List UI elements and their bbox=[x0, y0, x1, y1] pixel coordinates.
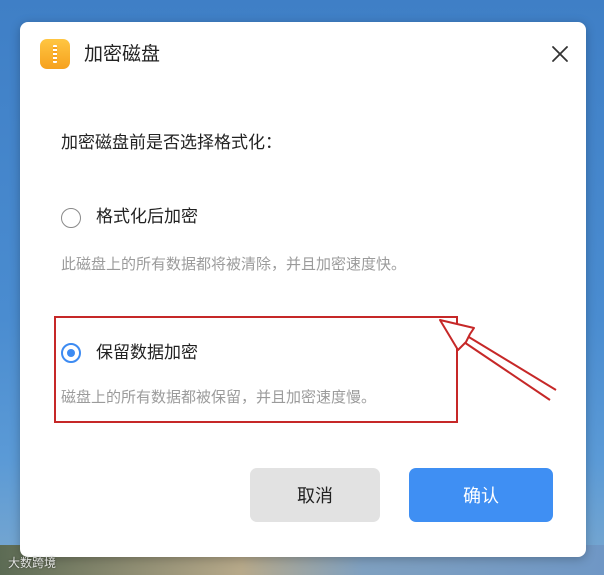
format-then-encrypt-label[interactable]: 格式化后加密 bbox=[96, 204, 198, 230]
close-icon[interactable] bbox=[547, 41, 573, 67]
format-then-encrypt-radio[interactable] bbox=[61, 208, 81, 228]
cancel-button[interactable]: 取消 bbox=[250, 468, 380, 522]
dialog-title: 加密磁盘 bbox=[84, 43, 161, 65]
format-then-encrypt-description: 此磁盘上的所有数据都将被清除，并且加密速度快。 bbox=[61, 255, 407, 273]
keep-data-encrypt-radio[interactable] bbox=[61, 343, 81, 363]
zip-app-icon bbox=[40, 39, 70, 69]
annotation-arrow-icon bbox=[439, 319, 557, 401]
watermark-text: 大数跨境 bbox=[8, 556, 57, 570]
zipper-icon bbox=[53, 45, 57, 63]
encrypt-disk-dialog: 加密磁盘 加密磁盘前是否选择格式化： 格式化后加密 此磁盘上的所有数据都将被清除… bbox=[20, 22, 586, 557]
confirm-button[interactable]: 确认 bbox=[409, 468, 553, 522]
keep-data-encrypt-label[interactable]: 保留数据加密 bbox=[96, 340, 198, 366]
format-question: 加密磁盘前是否选择格式化： bbox=[61, 133, 282, 153]
keep-data-encrypt-description: 磁盘上的所有数据都被保留，并且加密速度慢。 bbox=[61, 388, 377, 406]
